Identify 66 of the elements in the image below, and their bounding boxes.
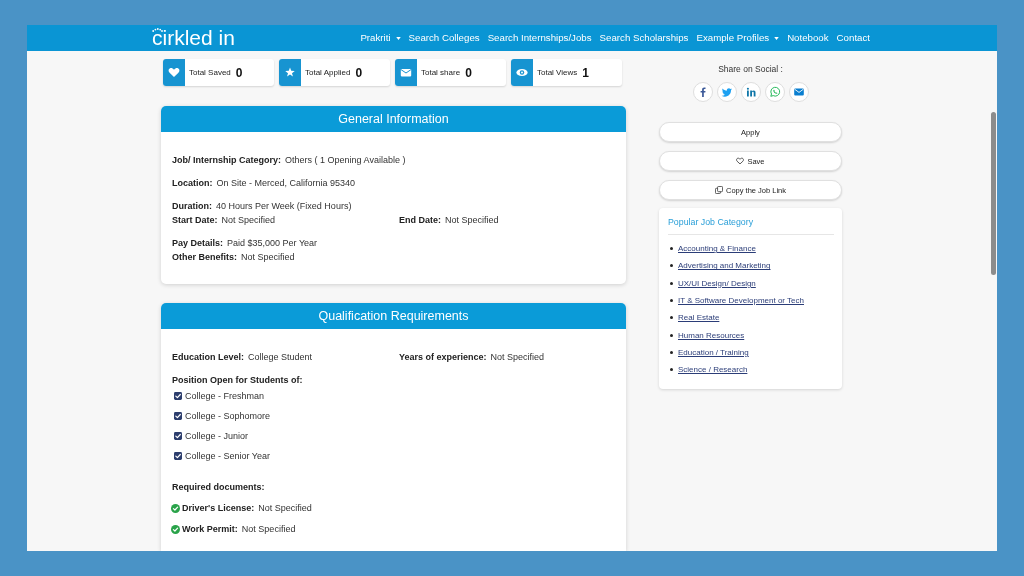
field-value: 40 Hours Per Week (Fixed Hours) <box>216 201 352 211</box>
bullet-icon <box>670 247 673 251</box>
category-link[interactable]: Human Resources <box>678 330 745 340</box>
field-label: Education Level: <box>172 352 244 362</box>
envelope-icon[interactable] <box>788 82 809 102</box>
field-value: Others ( 1 Opening Available ) <box>285 155 406 165</box>
field-value: Not Specified <box>445 215 499 225</box>
card-title: Popular Job Category <box>668 217 754 227</box>
stat-label: Total Views <box>537 68 578 77</box>
logo-dots-icon <box>152 28 163 32</box>
checkbox-label: College - Sophomore <box>185 411 271 421</box>
stat-value: 0 <box>355 65 363 80</box>
bullet-icon <box>670 281 673 285</box>
bullet-icon <box>670 264 673 268</box>
stat-label: Total share <box>421 68 461 77</box>
field-value: Not Specified <box>258 503 312 513</box>
bullet-icon <box>670 316 673 320</box>
category-link[interactable]: IT & Software Development or Tech <box>678 296 804 306</box>
field-value: Not Specified <box>241 252 295 262</box>
bullet-icon <box>670 299 673 303</box>
field-label: Driver's License: <box>182 503 255 513</box>
field-value: On Site - Merced, California 95340 <box>216 178 356 188</box>
category-link[interactable]: Education / Training <box>678 347 749 357</box>
check-circle-icon <box>171 524 180 534</box>
checkbox-label: College - Junior <box>185 431 249 441</box>
section-heading: Position Open for Students of: <box>172 375 303 385</box>
field-value: Not Specified <box>221 215 276 225</box>
field-label: Duration: <box>172 201 212 211</box>
field-value: Not Specified <box>241 524 296 534</box>
field-label: Job/ Internship Category: <box>172 155 281 165</box>
category-link[interactable]: Accounting & Finance <box>678 244 756 254</box>
bullet-icon <box>670 333 673 337</box>
check-circle-icon <box>171 503 180 513</box>
field-label: Start Date: <box>172 215 218 225</box>
checkbox-label: College - Senior Year <box>185 451 271 461</box>
share-title: Share on Social : <box>718 64 783 74</box>
section-heading: Required documents: <box>172 482 265 492</box>
field-label: Years of experience: <box>399 352 487 362</box>
category-link[interactable]: Advertising and Marketing <box>678 261 771 271</box>
card-title: General Information <box>338 111 449 127</box>
field-value: Not Specified <box>490 352 545 362</box>
checkbox-label: College - Freshman <box>185 391 265 401</box>
twitter-icon[interactable] <box>716 82 737 102</box>
category-link[interactable]: UX/UI Design/ Design <box>678 278 756 288</box>
scrollbar-thumb[interactable] <box>991 112 996 275</box>
stat-value: 0 <box>235 65 243 80</box>
card-title: Qualification Requirements <box>318 308 469 324</box>
facebook-icon[interactable] <box>692 82 713 102</box>
field-value: Paid $35,000 Per Year <box>227 238 318 248</box>
field-value: College Student <box>248 352 313 362</box>
category-link[interactable]: Science / Research <box>678 365 748 375</box>
heart-icon <box>736 157 745 165</box>
stat-label: Total Saved <box>189 68 231 77</box>
field-label: Work Permit: <box>182 524 238 534</box>
stat-value: 1 <box>582 65 589 80</box>
copy-icon <box>714 186 723 194</box>
field-label: Pay Details: <box>172 238 224 248</box>
linkedin-icon[interactable] <box>740 82 761 102</box>
stat-label: Total Applied <box>305 68 351 77</box>
field-label: Other Benefits: <box>172 252 237 262</box>
category-link[interactable]: Real Estate <box>678 313 720 323</box>
bullet-icon <box>670 350 673 354</box>
field-label: Location: <box>172 178 213 188</box>
stat-value: 0 <box>465 65 472 80</box>
bullet-icon <box>670 368 673 372</box>
field-label: End Date: <box>399 215 441 225</box>
